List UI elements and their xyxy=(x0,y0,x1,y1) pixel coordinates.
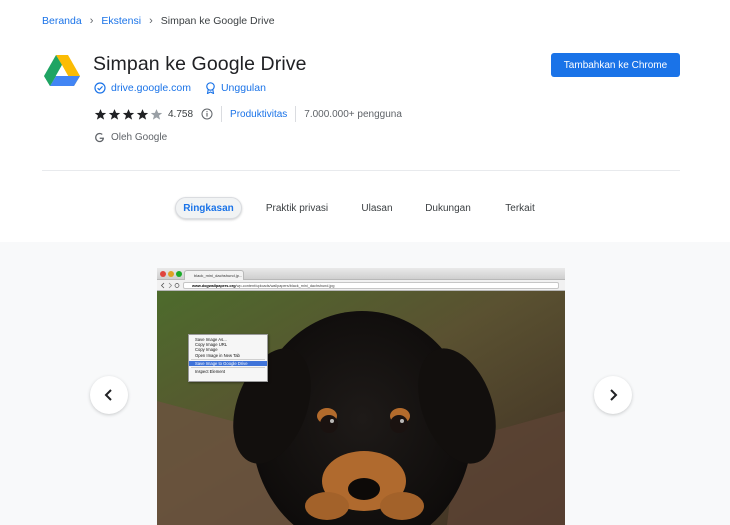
info-icon[interactable] xyxy=(201,108,213,120)
gallery-next-button[interactable] xyxy=(594,376,632,414)
screenshot-address-bar: www.dogwallpapers.org/wp-content/uploads… xyxy=(157,280,565,291)
page-title: Simpan ke Google Drive xyxy=(93,53,307,75)
breadcrumb-current: Simpan ke Google Drive xyxy=(160,15,275,27)
publisher-site-link[interactable]: drive.google.com xyxy=(111,82,191,94)
rating-row: 4.758 Produktivitas 7.000.000+ pengguna xyxy=(94,106,402,122)
context-menu-item: Inspect Element xyxy=(195,368,226,374)
breadcrumb-separator: › xyxy=(89,15,94,27)
publisher-name: Oleh Google xyxy=(111,132,168,143)
star-icon xyxy=(136,108,149,120)
context-menu-item: Open Image in New Tab xyxy=(195,352,240,358)
browser-nav-icons xyxy=(160,282,180,289)
window-zoom-dot xyxy=(176,271,182,277)
breadcrumb-extensions-link[interactable]: Ekstensi xyxy=(101,15,141,27)
context-menu-separator xyxy=(191,358,265,360)
byline: Oleh Google xyxy=(94,132,167,143)
screenshot-browser-tab: black_mini_dachshund.jp... xyxy=(184,270,244,280)
chevron-right-icon xyxy=(610,389,618,401)
user-count: 7.000.000+ pengguna xyxy=(304,108,402,120)
publisher-meta-row: drive.google.com Unggulan xyxy=(94,82,266,94)
featured-badge-link[interactable]: Unggulan xyxy=(221,82,266,94)
header-divider xyxy=(42,170,680,171)
breadcrumb-home-link[interactable]: Beranda xyxy=(42,15,82,27)
window-minimize-dot xyxy=(168,271,174,277)
gallery-screenshot: black_mini_dachshund.jp... www.dogwallpa… xyxy=(157,268,565,525)
screenshot-browser-titlebar: black_mini_dachshund.jp... xyxy=(157,268,565,280)
tab-privacy-practices[interactable]: Praktik privasi xyxy=(258,197,336,219)
divider xyxy=(221,106,223,122)
tab-reviews[interactable]: Ulasan xyxy=(352,197,402,219)
featured-badge-icon xyxy=(206,82,215,94)
breadcrumb-separator: › xyxy=(149,15,153,27)
screenshot-url-path: /wp-content/uploads/wallpapers/black_min… xyxy=(235,284,335,288)
context-menu-item: Save Image to Google Drive xyxy=(189,360,267,366)
rating-count: 4.758 xyxy=(168,108,194,120)
verified-check-icon xyxy=(94,82,106,94)
screenshot-url: www.dogwallpapers.org/wp-content/uploads… xyxy=(183,282,559,289)
tab-related[interactable]: Terkait xyxy=(495,197,545,219)
star-icon xyxy=(108,108,121,120)
breadcrumb: Beranda › Ekstensi › Simpan ke Google Dr… xyxy=(42,15,275,27)
context-menu: Save Image As... Copy Image URL Copy Image… xyxy=(188,334,268,382)
star-icon xyxy=(94,108,107,120)
category-link[interactable]: Produktivitas xyxy=(230,109,287,120)
tab-support[interactable]: Dukungan xyxy=(418,197,478,219)
screenshot-url-domain: www.dogwallpapers.org xyxy=(192,284,236,288)
window-close-dot xyxy=(160,271,166,277)
add-to-chrome-button[interactable]: Tambahkan ke Chrome xyxy=(551,53,680,77)
chevron-left-icon xyxy=(104,389,112,401)
context-menu-separator xyxy=(191,366,265,368)
google-drive-logo xyxy=(44,55,80,86)
tab-overview[interactable]: Ringkasan xyxy=(175,197,242,219)
rating-stars xyxy=(94,108,164,121)
star-icon xyxy=(150,108,163,120)
google-g-icon xyxy=(95,132,104,143)
star-icon xyxy=(122,108,135,120)
tab-bar: Ringkasan Praktik privasi Ulasan Dukunga… xyxy=(0,197,730,219)
puppy-photo xyxy=(157,291,565,525)
divider xyxy=(295,106,297,122)
gallery-prev-button[interactable] xyxy=(90,376,128,414)
